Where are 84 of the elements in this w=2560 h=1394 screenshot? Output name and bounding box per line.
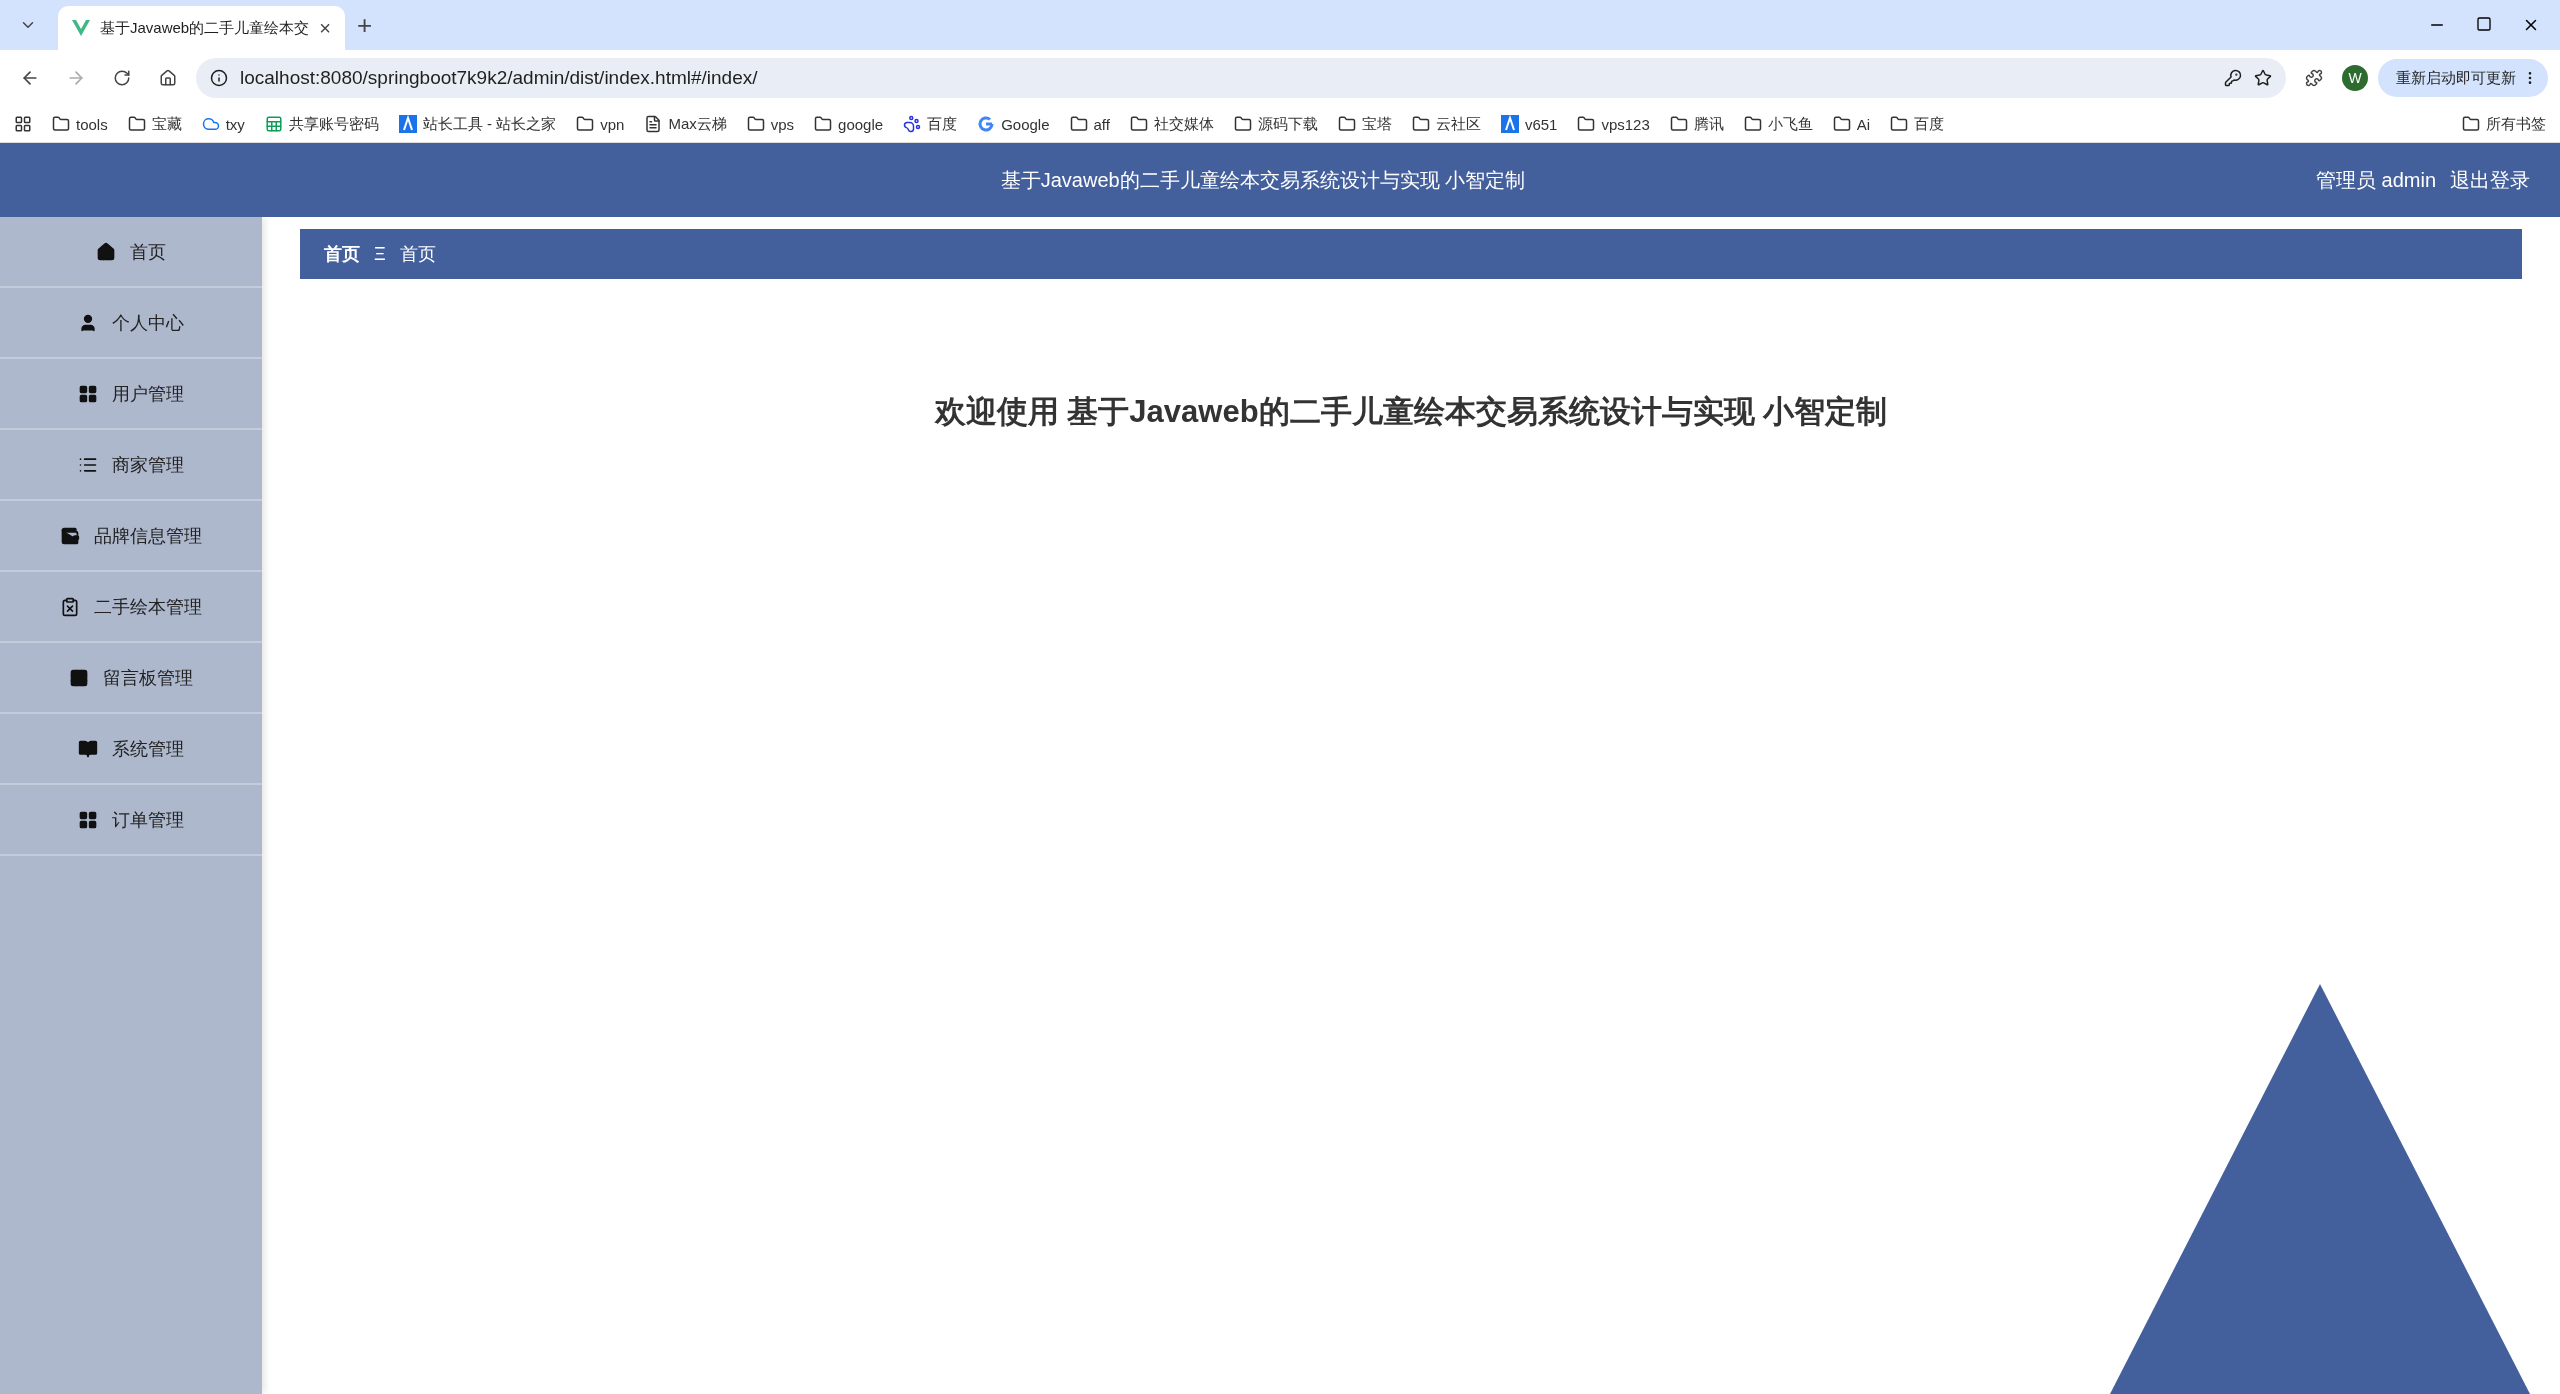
spreadsheet-icon	[264, 115, 283, 133]
bookmark-item[interactable]: google	[814, 115, 884, 133]
logout-link[interactable]: 退出登录	[2450, 166, 2530, 194]
key-icon[interactable]	[2224, 69, 2242, 87]
folder-icon	[127, 115, 146, 133]
bookmark-item[interactable]: vps123	[1577, 115, 1650, 133]
bookmark-item[interactable]: Google	[977, 115, 1050, 133]
sidebar-item[interactable]: 个人中心	[0, 288, 262, 359]
info-icon	[210, 69, 228, 87]
wallet-icon	[60, 525, 80, 546]
apps-grid-icon[interactable]	[14, 115, 32, 133]
close-tab-button[interactable]: ×	[319, 16, 331, 40]
site-icon	[398, 115, 417, 133]
welcome-heading: 欢迎使用 基于Javaweb的二手儿童绘本交易系统设计与实现 小智定制	[933, 393, 1889, 431]
sidebar-item[interactable]: 用户管理	[0, 359, 262, 430]
folder-icon	[1337, 115, 1356, 133]
user-label: 管理员 admin	[2315, 167, 2436, 193]
bookmark-item[interactable]: 宝藏	[127, 114, 182, 134]
reload-icon	[113, 69, 131, 87]
bookmark-item[interactable]: Max云梯	[644, 114, 727, 134]
puzzle-icon	[2305, 69, 2323, 87]
bookmark-star-icon[interactable]	[2254, 69, 2272, 87]
cloud-icon	[201, 115, 220, 133]
folder-icon	[746, 115, 765, 133]
grid-icon	[78, 809, 98, 830]
folder-icon	[1832, 115, 1851, 133]
header-title: 基于Javaweb的二手儿童绘本交易系统设计与实现 小智定制	[999, 167, 1527, 193]
folder-icon	[1577, 115, 1596, 133]
bookmark-item[interactable]: v651	[1500, 115, 1558, 133]
folder-icon	[1129, 115, 1148, 133]
bookmark-item[interactable]: 宝塔	[1337, 114, 1392, 134]
bookmark-item[interactable]: 小飞鱼	[1743, 114, 1813, 134]
sidebar-item[interactable]: 二手绘本管理	[0, 572, 262, 643]
folder-icon	[1411, 115, 1430, 133]
folder-icon	[1743, 115, 1762, 133]
breadcrumb-separator: Ξ	[374, 243, 386, 265]
folder-icon	[52, 115, 70, 133]
bookmark-item[interactable]: vpn	[576, 115, 625, 133]
bookmark-item[interactable]: 源码下载	[1233, 114, 1318, 134]
bookmark-item[interactable]: 所有书签	[2462, 114, 2546, 134]
breadcrumb-current: 首页	[399, 243, 436, 266]
bookmark-item[interactable]: 共享账号密码	[264, 114, 379, 134]
book-icon	[78, 738, 98, 759]
address-bar[interactable]: localhost:8080/springboot7k9k2/admin/dist/index.html#/index/	[196, 58, 2286, 98]
update-button[interactable]: 重新启动即可更新	[2378, 59, 2548, 97]
google-g-icon	[977, 115, 996, 133]
new-tab-button[interactable]: +	[356, 9, 373, 41]
folder-icon	[576, 115, 595, 133]
breadcrumb-link[interactable]: 首页	[324, 242, 360, 266]
home-icon	[96, 241, 116, 262]
folder-icon	[1669, 115, 1688, 133]
bookmark-item[interactable]: 腾讯	[1669, 114, 1724, 134]
folder-icon	[814, 115, 833, 133]
bookmark-item[interactable]: Ai	[1832, 115, 1871, 133]
folder-icon	[1233, 115, 1252, 133]
profile-avatar[interactable]: W	[2342, 65, 2368, 91]
folder-icon	[1069, 115, 1088, 133]
bookmark-item[interactable]: tools	[52, 115, 108, 133]
clipboard-icon	[60, 596, 80, 617]
grid-icon	[78, 383, 98, 404]
page-icon	[644, 115, 663, 133]
bookmark-item[interactable]: 百度	[903, 114, 958, 134]
bookmark-item[interactable]: 云社区	[1411, 114, 1481, 134]
paw-icon	[903, 115, 922, 133]
user-icon	[78, 312, 98, 333]
sidebar-item[interactable]: 首页	[0, 217, 262, 288]
bookmark-item[interactable]: 百度	[1890, 114, 1945, 134]
site-icon	[1500, 115, 1519, 133]
sidebar-item[interactable]: 商家管理	[0, 430, 262, 501]
bookmark-item[interactable]: vps	[746, 115, 795, 133]
bookmark-item[interactable]: 站长工具 - 站长之家	[398, 114, 557, 134]
folder-icon	[1890, 115, 1909, 133]
sidebar-item[interactable]: 品牌信息管理	[0, 501, 262, 572]
bookmark-item[interactable]: aff	[1069, 115, 1110, 133]
sidebar-item[interactable]: 订单管理	[0, 785, 262, 856]
bookmark-item[interactable]: txy	[201, 115, 245, 133]
folder-icon	[2462, 115, 2480, 133]
bookmark-item[interactable]: 社交媒体	[1129, 114, 1214, 134]
sidebar-item[interactable]: 系统管理	[0, 714, 262, 785]
sidebar-item[interactable]: 留言板管理	[0, 643, 262, 714]
home-icon	[159, 69, 177, 87]
v-logo-icon	[72, 20, 90, 36]
browser-tab[interactable]: 基于Javaweb的二手儿童绘本交 ×	[58, 6, 345, 50]
restore-icon[interactable]	[2476, 16, 2492, 32]
